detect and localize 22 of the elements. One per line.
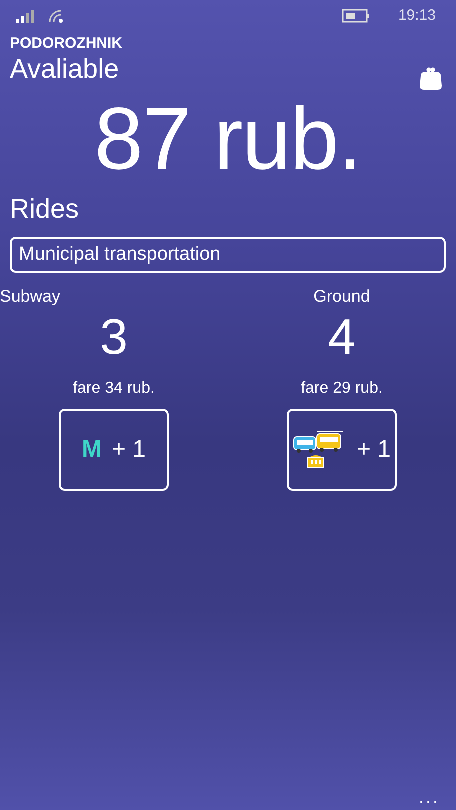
ride-count: 4 xyxy=(328,309,356,365)
wifi-icon xyxy=(48,8,66,24)
add-ride-button[interactable]: + 1 xyxy=(287,409,397,491)
counter-label: Ground xyxy=(314,287,370,307)
plus-one-label: + 1 xyxy=(112,435,146,465)
more-button[interactable]: ... xyxy=(418,788,440,806)
fare-text: fare 34 rub. xyxy=(73,379,155,399)
metro-logo: M xyxy=(82,435,102,465)
app-title: PODOROZHNIK xyxy=(10,35,124,53)
card-type-field[interactable]: Municipal transportation xyxy=(10,237,446,273)
purse-icon xyxy=(418,67,444,91)
add-ride-button[interactable]: M + 1 xyxy=(59,409,169,491)
clock: 19:13 xyxy=(398,6,436,26)
balance-amount: 87 rub. xyxy=(94,91,362,187)
rides-label: Rides xyxy=(10,193,80,225)
fare-text: fare 29 rub. xyxy=(301,379,383,399)
balance-label: Avaliable xyxy=(10,53,120,85)
battery-icon xyxy=(342,9,370,23)
ride-count: 3 xyxy=(100,309,128,365)
counter-label: Subway xyxy=(0,287,60,307)
plus-one-label: + 1 xyxy=(356,435,392,465)
signal-icon xyxy=(16,9,36,23)
